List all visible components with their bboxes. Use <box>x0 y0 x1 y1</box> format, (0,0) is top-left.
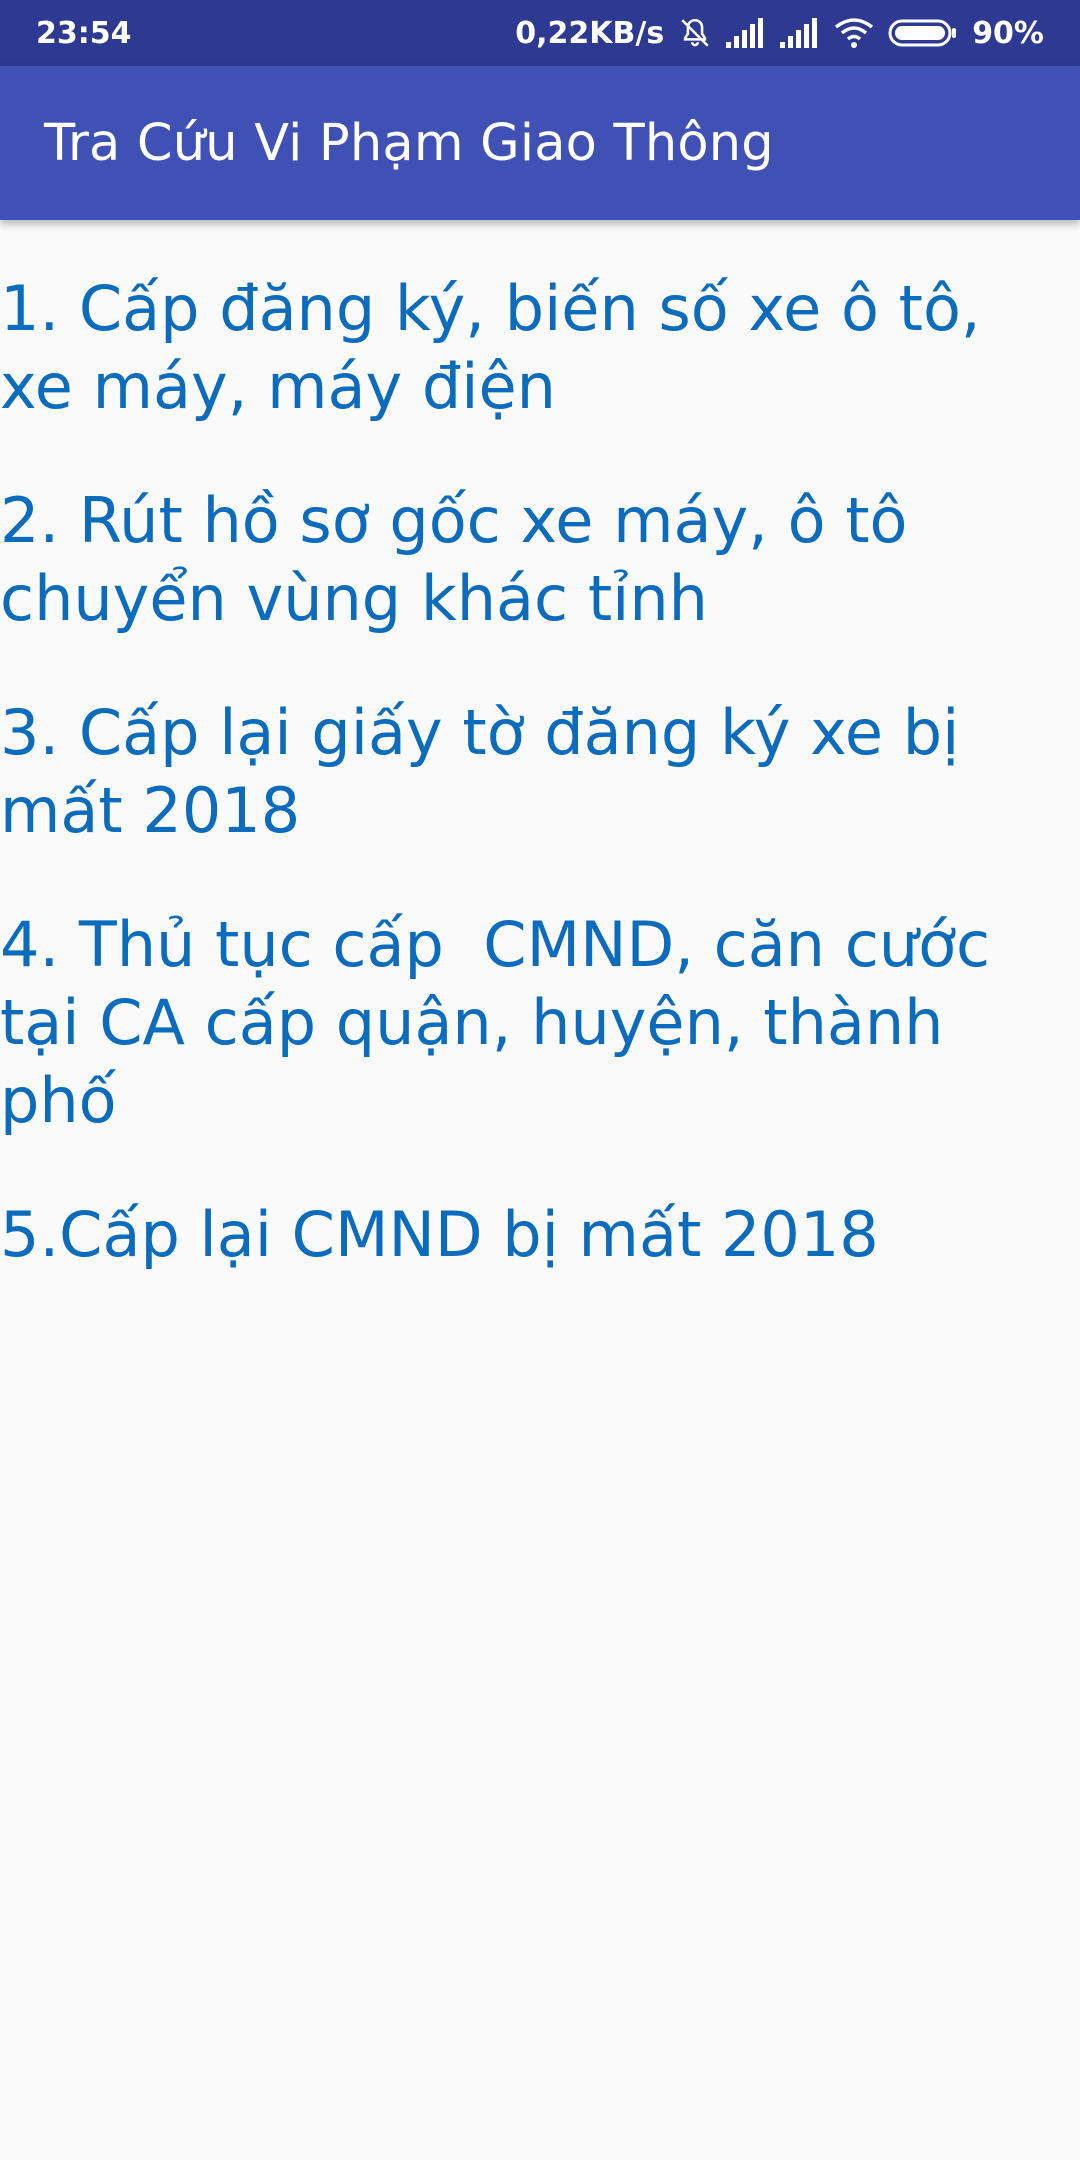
list-item-registration[interactable]: 1. Cấp đăng ký, biến số xe ô tô, xe máy,… <box>0 270 1060 426</box>
wifi-icon <box>834 17 874 49</box>
battery-icon <box>888 18 958 48</box>
signal-icon <box>726 18 766 48</box>
status-time: 23:54 <box>36 15 132 51</box>
list-item-lost-id-card[interactable]: 5.Cấp lại CMND bị mất 2018 <box>0 1196 1060 1274</box>
status-bar: 23:54 0,22KB/s 90% <box>0 0 1080 66</box>
battery-percent: 90% <box>972 15 1044 51</box>
network-speed: 0,22KB/s <box>515 15 665 51</box>
list-item-lost-registration[interactable]: 3. Cấp lại giấy tờ đăng ký xe bị mất 201… <box>0 694 1060 850</box>
status-icons: 0,22KB/s 90% <box>515 16 1044 51</box>
mute-bell-icon <box>678 16 712 50</box>
app-title: Tra Cứu Vi Phạm Giao Thông <box>44 113 774 173</box>
signal-icon <box>780 18 820 48</box>
content-list: 1. Cấp đăng ký, biến số xe ô tô, xe máy,… <box>0 220 1080 1330</box>
list-item-transfer-records[interactable]: 2. Rút hồ sơ gốc xe máy, ô tô chuyển vùn… <box>0 482 1060 638</box>
app-bar: Tra Cứu Vi Phạm Giao Thông <box>0 66 1080 220</box>
list-item-id-card-procedure[interactable]: 4. Thủ tục cấp CMND, căn cước tại CA cấp… <box>0 906 1060 1140</box>
